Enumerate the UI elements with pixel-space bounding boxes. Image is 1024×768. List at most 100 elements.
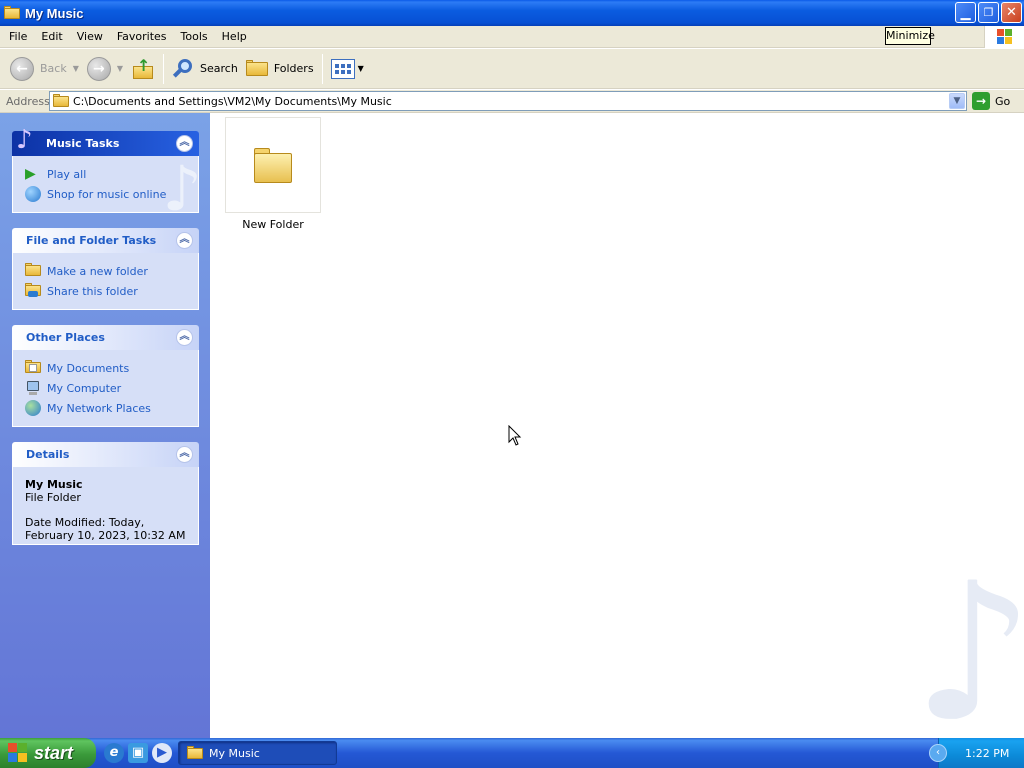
- menu-view[interactable]: View: [70, 30, 110, 43]
- start-label: start: [34, 742, 74, 763]
- views-dropdown-icon: ▼: [357, 64, 364, 73]
- other-places-panel: Other Places ︽ My Documents My Computer …: [12, 325, 199, 427]
- new-folder-icon: [25, 263, 41, 279]
- music-note-icon: ♪: [16, 125, 33, 155]
- music-tasks-body: ♪ ▶ Play all Shop for music online: [12, 156, 199, 213]
- details-panel: Details ︽ My Music File Folder Date Modi…: [12, 442, 199, 545]
- forward-arrow-icon: →: [86, 56, 111, 81]
- close-icon: ✕: [1006, 5, 1017, 20]
- show-hidden-icons-icon[interactable]: ‹: [929, 744, 947, 762]
- folders-button[interactable]: Folders: [242, 52, 318, 86]
- collapse-icon[interactable]: ︽: [176, 329, 193, 346]
- menu-tools[interactable]: Tools: [174, 30, 215, 43]
- file-folder-tasks-body: Make a new folder Share this folder: [12, 253, 199, 310]
- panel-title: Music Tasks: [46, 137, 120, 150]
- search-button[interactable]: Search: [168, 52, 242, 86]
- address-path: C:\Documents and Settings\VM2\My Documen…: [73, 94, 392, 108]
- task-label: Shop for music online: [47, 187, 167, 201]
- details-type: File Folder: [25, 491, 81, 504]
- menu-help[interactable]: Help: [215, 30, 254, 43]
- file-folder-tasks-header[interactable]: File and Folder Tasks ︽: [12, 228, 199, 253]
- my-computer-link[interactable]: My Computer: [25, 378, 188, 398]
- folders-label: Folders: [273, 62, 314, 75]
- music-tasks-header[interactable]: ♪ Music Tasks ︽: [12, 125, 199, 156]
- restore-button[interactable]: ❐: [978, 2, 999, 23]
- play-icon: ▶: [25, 166, 36, 182]
- task-label: My Network Places: [47, 401, 151, 415]
- search-icon: [172, 58, 194, 80]
- computer-icon: [25, 380, 41, 396]
- menu-file[interactable]: File: [0, 30, 34, 43]
- folder-icon: [53, 94, 69, 108]
- collapse-icon[interactable]: ︽: [176, 446, 193, 463]
- folder-item[interactable]: New Folder: [225, 117, 321, 231]
- go-label: Go: [995, 94, 1011, 108]
- toolbar-separator: [163, 53, 165, 84]
- other-places-body: My Documents My Computer My Network Plac…: [12, 350, 199, 427]
- windows-flag-icon: [8, 743, 28, 763]
- folder-thumbnail: [225, 117, 321, 213]
- task-label: Make a new folder: [47, 264, 148, 278]
- windows-flag-icon: [997, 29, 1013, 45]
- back-button[interactable]: ← Back ▼: [6, 52, 83, 86]
- restore-icon: ❐: [983, 6, 994, 19]
- address-bar: Address C:\Documents and Settings\VM2\My…: [0, 90, 1024, 113]
- panel-title: Other Places: [26, 331, 105, 344]
- my-network-places-link[interactable]: My Network Places: [25, 398, 188, 418]
- make-new-folder-link[interactable]: Make a new folder: [25, 261, 188, 281]
- details-header[interactable]: Details ︽: [12, 442, 199, 467]
- task-pane: ♪ Music Tasks ︽ ♪ ▶ Play all Shop for mu…: [0, 113, 210, 738]
- taskbar-button-label: My Music: [209, 746, 260, 760]
- address-dropdown-icon[interactable]: ▼: [949, 93, 965, 109]
- back-label: Back: [40, 62, 67, 75]
- internet-explorer-icon[interactable]: e: [104, 743, 124, 763]
- title-bar[interactable]: My Music ▁ ❐ ✕: [0, 0, 1024, 26]
- window-controls: ▁ ❐ ✕: [955, 2, 1022, 23]
- forward-button[interactable]: → ▼: [83, 52, 127, 86]
- folder-icon: [187, 746, 203, 760]
- music-note-watermark-icon: ♪: [912, 542, 1024, 739]
- details-body: My Music File Folder Date Modified: Toda…: [12, 467, 199, 545]
- panel-title: Details: [26, 448, 70, 461]
- folders-icon: [245, 59, 268, 78]
- windows-logo: [984, 26, 1024, 48]
- folder-icon: [254, 148, 292, 184]
- back-dropdown-icon[interactable]: ▼: [73, 64, 79, 73]
- go-arrow-icon: →: [972, 92, 990, 110]
- address-label: Address: [6, 94, 50, 108]
- toolbar: ← Back ▼ → ▼ ↑ Search Folders ▼: [0, 49, 1024, 89]
- close-button[interactable]: ✕: [1001, 2, 1022, 23]
- menu-edit[interactable]: Edit: [34, 30, 69, 43]
- views-button[interactable]: ▼: [327, 52, 368, 86]
- task-label: My Computer: [47, 381, 122, 395]
- up-button[interactable]: ↑: [127, 52, 159, 86]
- folder-up-icon: ↑: [131, 57, 155, 80]
- taskbar-button-my-music[interactable]: My Music: [178, 741, 337, 765]
- menu-bar: File Edit View Favorites Tools Help: [0, 26, 1024, 48]
- media-player-icon[interactable]: ▶: [152, 743, 172, 763]
- go-button[interactable]: → Go: [972, 92, 1010, 110]
- folder-icon: [4, 6, 20, 20]
- share-folder-link[interactable]: Share this folder: [25, 281, 188, 301]
- address-input[interactable]: C:\Documents and Settings\VM2\My Documen…: [49, 91, 967, 111]
- clock[interactable]: 1:22 PM: [965, 747, 1009, 760]
- forward-dropdown-icon[interactable]: ▼: [117, 64, 123, 73]
- collapse-icon[interactable]: ︽: [176, 232, 193, 249]
- minimize-icon: ▁: [960, 6, 971, 21]
- my-documents-link[interactable]: My Documents: [25, 358, 188, 378]
- window-title: My Music: [25, 5, 84, 21]
- network-icon: [25, 400, 41, 416]
- taskbar: start e ▣ ▶ My Music ‹ 1:22 PM: [0, 738, 1024, 768]
- mouse-cursor-icon: [508, 425, 522, 446]
- system-tray: ‹ 1:22 PM: [929, 738, 1024, 768]
- panel-title: File and Folder Tasks: [26, 234, 157, 247]
- menu-favorites[interactable]: Favorites: [110, 30, 174, 43]
- minimize-button[interactable]: ▁: [955, 2, 976, 23]
- show-desktop-icon[interactable]: ▣: [128, 743, 148, 763]
- start-button[interactable]: start: [0, 738, 96, 768]
- file-view[interactable]: ♪ New Folder: [210, 113, 1024, 738]
- other-places-header[interactable]: Other Places ︽: [12, 325, 199, 350]
- minimize-tooltip: Minimize: [885, 27, 935, 45]
- task-label: My Documents: [47, 361, 130, 375]
- collapse-icon[interactable]: ︽: [176, 135, 193, 152]
